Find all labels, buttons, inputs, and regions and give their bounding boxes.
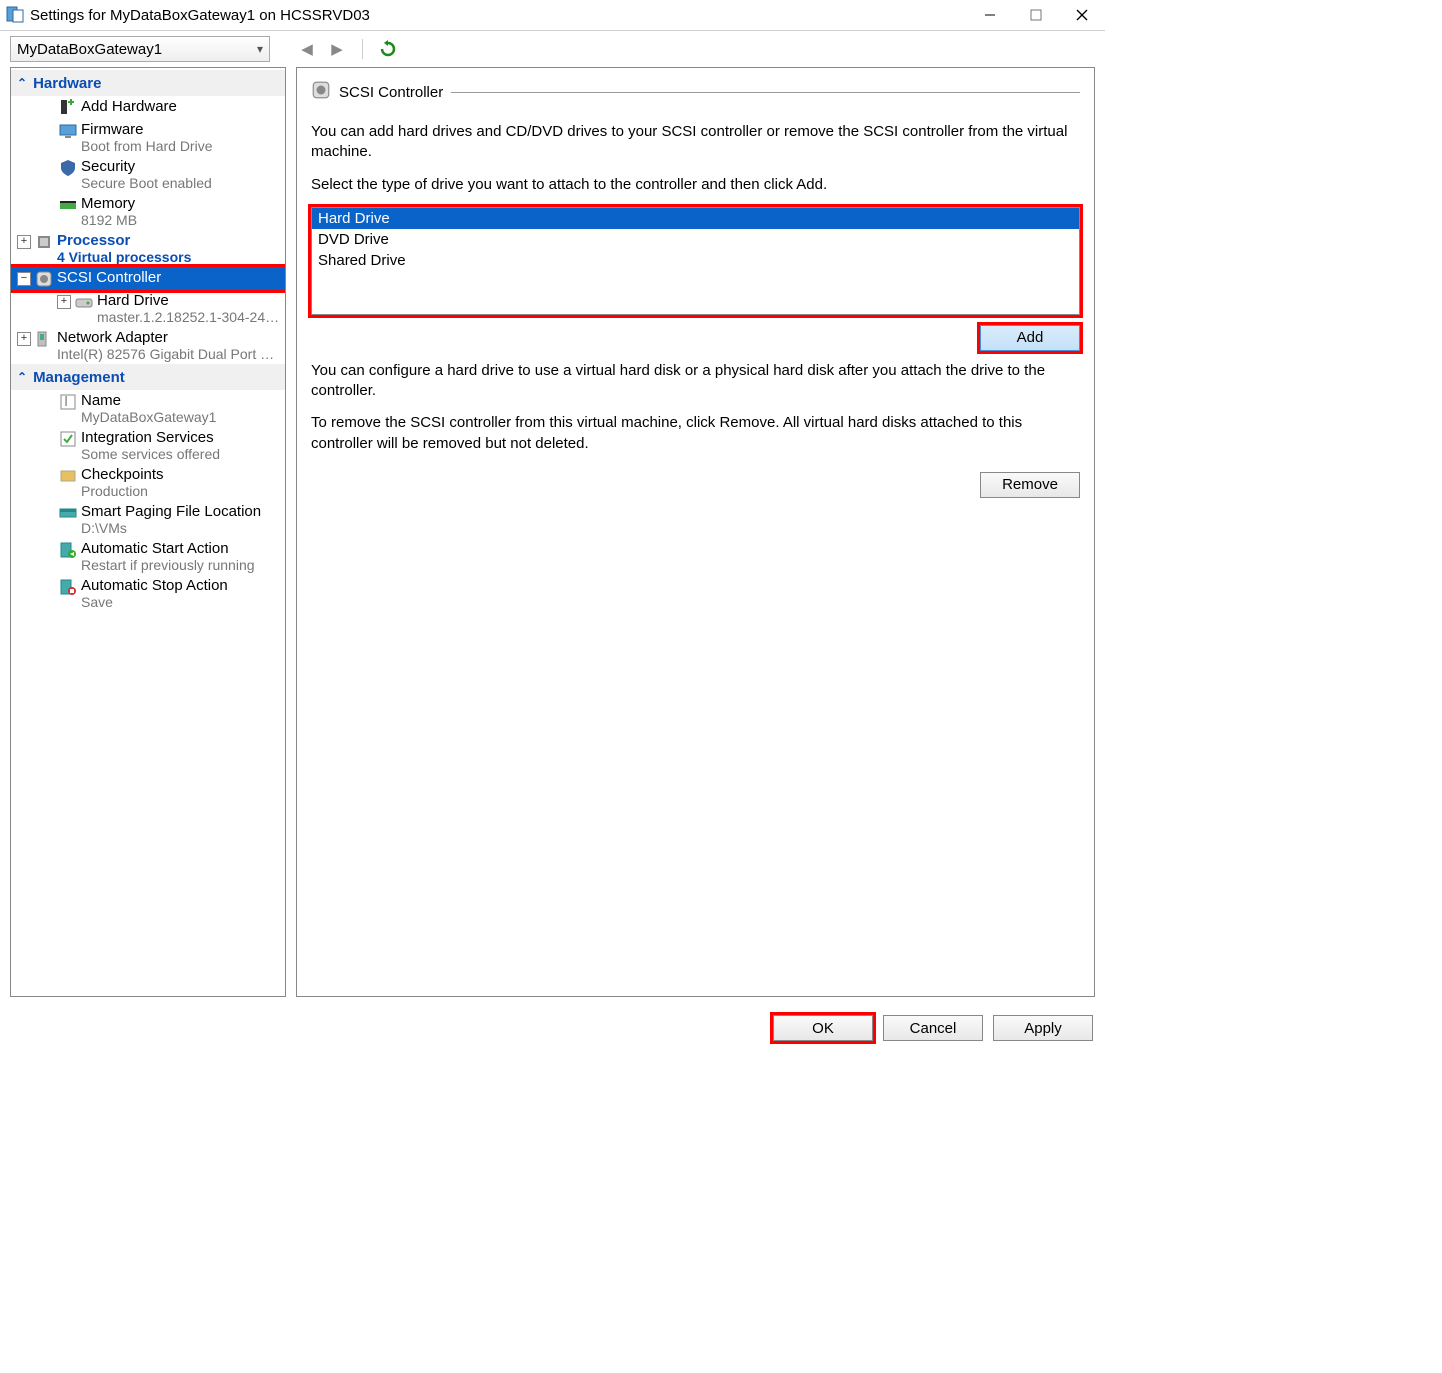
window-titlebar: Settings for MyDataBoxGateway1 on HCSSRV… — [0, 0, 1105, 31]
svg-text:I: I — [64, 393, 68, 410]
scsi-icon — [35, 270, 53, 288]
tree-item-memory[interactable]: Memory8192 MB — [11, 193, 285, 230]
collapse-icon: ⌃ — [17, 76, 27, 90]
management-section-header[interactable]: ⌃ Management — [11, 364, 285, 390]
auto-stop-icon — [59, 578, 77, 596]
maximize-button[interactable] — [1013, 0, 1059, 30]
expand-icon[interactable]: + — [17, 332, 31, 346]
tree-item-auto-start[interactable]: Automatic Start ActionRestart if previou… — [11, 538, 285, 575]
dialog-button-row: OK Cancel Apply — [0, 1007, 1105, 1049]
tree-item-network-adapter[interactable]: + Network AdapterIntel(R) 82576 Gigabit … — [11, 327, 285, 364]
close-button[interactable] — [1059, 0, 1105, 30]
detail-header: SCSI Controller — [311, 80, 1080, 104]
tree-item-firmware[interactable]: FirmwareBoot from Hard Drive — [11, 119, 285, 156]
apply-button[interactable]: Apply — [993, 1015, 1093, 1041]
tree-item-smart-paging[interactable]: Smart Paging File LocationD:\VMs — [11, 501, 285, 538]
name-icon: I — [59, 393, 77, 411]
integration-icon — [59, 430, 77, 448]
cancel-button[interactable]: Cancel — [883, 1015, 983, 1041]
tree-item-add-hardware[interactable]: Add Hardware — [11, 96, 285, 119]
tree-item-scsi-controller[interactable]: − SCSI Controller — [11, 267, 285, 290]
memory-icon — [59, 196, 77, 214]
shield-icon — [59, 159, 77, 177]
network-icon — [35, 330, 53, 348]
tree-item-name[interactable]: I NameMyDataBoxGateway1 — [11, 390, 285, 427]
tree-item-auto-stop[interactable]: Automatic Stop ActionSave — [11, 575, 285, 612]
header-rule — [451, 92, 1080, 93]
vm-selector-label: MyDataBoxGateway1 — [17, 41, 162, 58]
detail-paragraph: You can configure a hard drive to use a … — [311, 361, 1080, 402]
drive-type-listbox[interactable]: Hard Drive DVD Drive Shared Drive — [311, 207, 1080, 315]
minimize-button[interactable] — [967, 0, 1013, 30]
tree-item-hard-drive[interactable]: + Hard Drivemaster.1.2.18252.1-304-2472.… — [11, 290, 285, 327]
disk-icon — [75, 293, 93, 311]
settings-icon — [6, 6, 24, 24]
detail-paragraph: To remove the SCSI controller from this … — [311, 413, 1080, 454]
auto-start-icon — [59, 541, 77, 559]
expand-icon[interactable]: + — [17, 235, 31, 249]
add-button[interactable]: Add — [980, 325, 1080, 351]
tree-item-integration-services[interactable]: Integration ServicesSome services offere… — [11, 427, 285, 464]
add-hardware-icon — [59, 99, 77, 117]
detail-panel: SCSI Controller You can add hard drives … — [296, 67, 1095, 997]
collapse-icon: ⌃ — [17, 370, 27, 384]
refresh-button[interactable] — [377, 38, 399, 60]
processor-icon — [35, 233, 53, 251]
settings-tree-panel: ⌃ Hardware Add Hardware FirmwareBoot fro… — [10, 67, 286, 997]
drive-option-dvd-drive[interactable]: DVD Drive — [312, 229, 1079, 250]
paging-icon — [59, 504, 77, 522]
detail-title: SCSI Controller — [339, 84, 443, 101]
chevron-down-icon: ▾ — [257, 42, 263, 56]
monitor-icon — [59, 122, 77, 140]
checkpoint-icon — [59, 467, 77, 485]
tree-item-processor[interactable]: + Processor4 Virtual processors — [11, 230, 285, 267]
settings-tree: ⌃ Hardware Add Hardware FirmwareBoot fro… — [11, 68, 285, 996]
tree-item-checkpoints[interactable]: CheckpointsProduction — [11, 464, 285, 501]
toolbar: MyDataBoxGateway1 ▾ ◀ ▶ — [0, 31, 1105, 67]
expand-icon[interactable]: + — [57, 295, 71, 309]
drive-option-hard-drive[interactable]: Hard Drive — [312, 208, 1079, 229]
tree-item-security[interactable]: SecuritySecure Boot enabled — [11, 156, 285, 193]
detail-paragraph: You can add hard drives and CD/DVD drive… — [311, 122, 1080, 163]
window-title: Settings for MyDataBoxGateway1 on HCSSRV… — [30, 7, 967, 24]
nav-back-button[interactable]: ◀ — [296, 38, 318, 60]
drive-option-shared-drive[interactable]: Shared Drive — [312, 250, 1079, 271]
nav-forward-button[interactable]: ▶ — [326, 38, 348, 60]
hardware-section-header[interactable]: ⌃ Hardware — [11, 70, 285, 96]
remove-button[interactable]: Remove — [980, 472, 1080, 498]
vm-selector-dropdown[interactable]: MyDataBoxGateway1 ▾ — [10, 36, 270, 62]
detail-paragraph: Select the type of drive you want to att… — [311, 175, 1080, 195]
ok-button[interactable]: OK — [773, 1015, 873, 1041]
scsi-icon — [311, 80, 331, 104]
collapse-icon[interactable]: − — [17, 272, 31, 286]
